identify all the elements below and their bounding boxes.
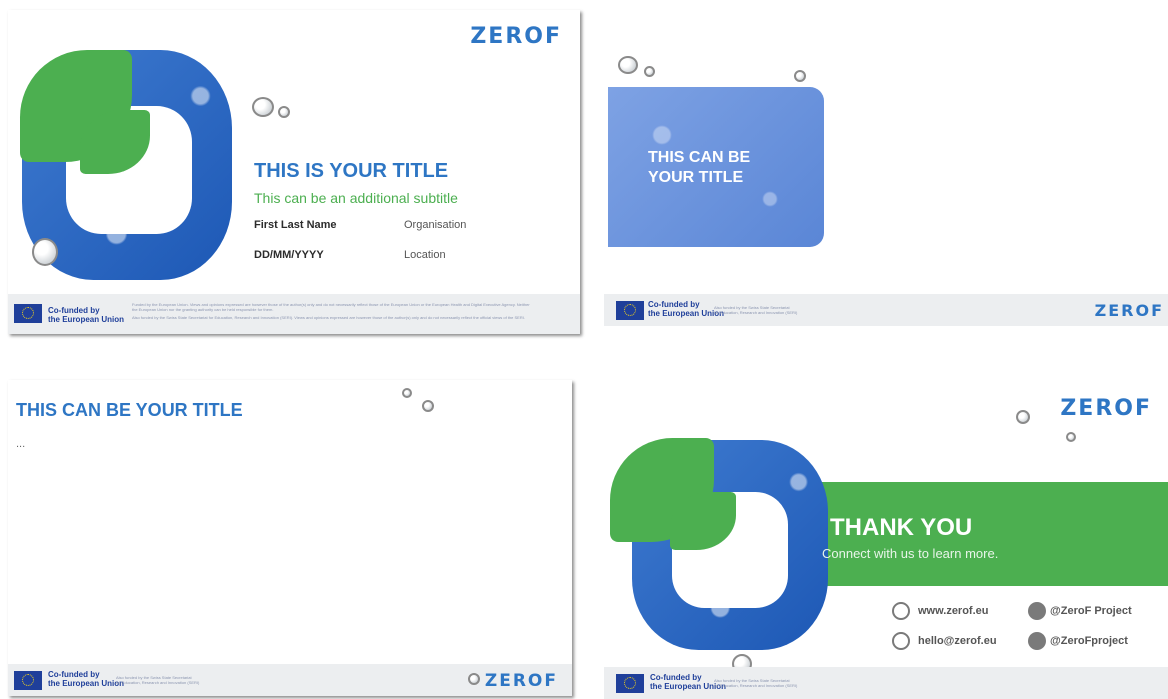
water-drop-icon [618, 56, 638, 74]
eu-flag-icon [616, 674, 644, 693]
zerof-logo-text: ZEROF [484, 671, 558, 691]
cofunded-line1: Co-funded by [48, 670, 100, 679]
organisation-label: Organisation [404, 219, 467, 231]
disclaimer-line2: the European Union nor the granting auth… [132, 307, 274, 312]
eu-flag-icon [14, 304, 42, 323]
zerof-logo-text: ZEROF [1060, 396, 1152, 421]
website-link[interactable]: www.zerof.eu [918, 605, 989, 617]
cofunded-label: Co-funded by the European Union [648, 300, 724, 318]
twitter-link[interactable]: @ZeroFproject [1050, 635, 1128, 647]
thank-you-title: THANK YOU [830, 514, 973, 541]
water-drop-icon [1066, 432, 1076, 442]
slide-1-title[interactable]: ZEROF THIS IS YOUR TITLE This can be an … [8, 10, 580, 334]
content-title: THIS CAN BE YOUR TITLE [16, 400, 243, 420]
cofunded-line2: the European Union [648, 309, 724, 318]
title-panel: THIS CAN BE YOUR TITLE [608, 87, 824, 247]
zerof-logo: ZEROF [1060, 396, 1152, 421]
cofunded-line1: Co-funded by [48, 306, 100, 315]
water-drop-icon [278, 106, 290, 118]
disclaimer-line3: Also funded by the Swiss State Secretari… [132, 315, 525, 320]
thank-you-subtitle: Connect with us to learn more. [822, 546, 999, 561]
water-drop-icon [644, 66, 655, 77]
zerof-logo: ZEROF [485, 671, 558, 691]
slide-subtitle: This can be an additional subtitle [254, 190, 458, 206]
section-title-line1: THIS CAN BE [648, 149, 751, 166]
swiss-funding-text: Also funded by the Swiss State Secretari… [714, 305, 797, 315]
water-drop-icon [32, 238, 58, 266]
water-drop-icon [794, 70, 806, 82]
water-drop-icon [468, 673, 480, 685]
section-title-line2: YOUR TITLE [648, 169, 744, 186]
cofunded-line2: the European Union [48, 315, 124, 324]
swiss-funding-text: Also funded by the Swiss State Secretari… [116, 675, 199, 685]
zerof-logo: ZEROF [1095, 301, 1164, 320]
disclaimer-text: Funded by the European Union. Views and … [132, 302, 572, 320]
slide-3-content[interactable]: THIS CAN BE YOUR TITLE ... Co-funded by … [8, 380, 572, 696]
presenter-name: First Last Name [254, 219, 337, 231]
slide-footer: Co-funded by the European Union Also fun… [604, 294, 1168, 326]
zerof-logo-text: ZEROF [470, 24, 562, 49]
linkedin-link[interactable]: @ZeroF Project [1050, 605, 1132, 617]
water-drop-icon [402, 388, 412, 398]
swiss-funding-text: Also funded by the Swiss State Secretari… [714, 678, 797, 688]
globe-icon [892, 602, 910, 620]
email-link[interactable]: hello@zerof.eu [918, 635, 997, 647]
content-body: ... [16, 438, 26, 450]
cofunded-label: Co-funded by the European Union [48, 306, 124, 324]
slide-footer: Co-funded by the European Union Funded b… [8, 294, 580, 334]
slide-4-thank-you[interactable]: ZEROF THANK YOU Connect with us to learn… [604, 380, 1168, 699]
linkedin-icon [1028, 602, 1046, 620]
water-drop-icon [252, 97, 274, 117]
mail-icon [892, 632, 910, 650]
zerof-logo-text: ZEROF [1094, 301, 1164, 320]
cofunded-line1: Co-funded by [648, 300, 700, 309]
swiss-line2: for Education, Research and Innovation (… [714, 310, 798, 315]
slide-footer: Co-funded by the European Union Also fun… [604, 667, 1168, 699]
slide-footer: Co-funded by the European Union Also fun… [8, 664, 572, 696]
date-label: DD/MM/YYYY [254, 249, 324, 261]
water-drop-icon [422, 400, 434, 412]
eu-flag-icon [14, 671, 42, 690]
water-drop-icon [1016, 410, 1030, 424]
cofunded-line2: the European Union [48, 679, 124, 688]
swiss-line2: for Education, Research and Innovation (… [714, 683, 798, 688]
eu-flag-icon [616, 301, 644, 320]
slide-title: THIS IS YOUR TITLE [254, 160, 449, 182]
swiss-line2: for Education, Research and Innovation (… [116, 680, 200, 685]
location-label: Location [404, 249, 446, 261]
slide-2-section[interactable]: THIS CAN BE YOUR TITLE Co-funded by the … [604, 10, 1168, 326]
cofunded-label: Co-funded by the European Union [48, 670, 124, 688]
zerof-logo: ZEROF [470, 24, 562, 49]
twitter-icon [1028, 632, 1046, 650]
